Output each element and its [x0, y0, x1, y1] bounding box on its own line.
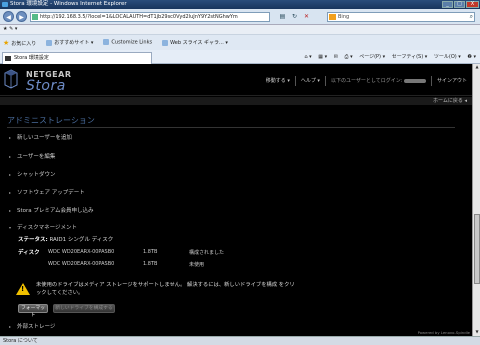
compat-view-icon[interactable]: ▤ — [278, 12, 287, 22]
search-icon[interactable]: ⌕ — [470, 13, 473, 21]
page-content: NETGEAR Stora 移動する ▾ ヘルプ ▾ 以下のユーザーとしてログイ… — [0, 64, 472, 336]
refresh-icon[interactable]: ↻ — [290, 12, 299, 22]
search-placeholder: Bing — [338, 14, 350, 20]
site-favicon-icon — [32, 14, 38, 20]
scroll-up-icon[interactable]: ▲ — [474, 64, 480, 71]
web-slices-link[interactable]: Web スライス ギャラ... ▾ — [162, 39, 228, 46]
chevron-right-icon: ▸ — [9, 208, 12, 213]
search-input[interactable]: Bing ⌕ — [327, 12, 475, 22]
chevron-right-icon: ▸ — [9, 154, 12, 159]
admin-item-disk-management[interactable]: ▾ ディスクマネージメント — [9, 223, 77, 231]
favorites-bar: ★ お気に入り おすすめサイト ▾ Customize Links Web スライ… — [0, 34, 480, 50]
sub-bar: ホームに戻る ◂ — [0, 97, 472, 105]
help-nav-menu[interactable]: ヘルプ ▾ — [296, 76, 326, 86]
powered-by: Powered by Lenovo-Spindle — [417, 330, 470, 335]
back-button[interactable]: ◀ — [3, 11, 14, 22]
safety-menu[interactable]: セーフティ(S) ▾ — [392, 54, 428, 60]
command-bar: ⌂ ▾ ▦ ▾ ✉ ⎙ ▾ ページ(P) ▾ セーフティ(S) ▾ ツール(O)… — [299, 52, 476, 63]
ie-link-icon — [46, 39, 53, 46]
goto-menu[interactable]: 移動する ▾ — [261, 76, 296, 86]
disk-model: WDC WD20EARX-00PASB0 — [48, 261, 115, 267]
chevron-right-icon: ▸ — [9, 190, 12, 195]
status-value: RAID1 シングル ディスク — [49, 237, 114, 243]
address-toolbar: ◀ ▶ http://192.168.3.5/?locel=1&LOCALAUT… — [0, 9, 480, 25]
top-navigation: 移動する ▾ ヘルプ ▾ 以下のユーザーとしてログイン: サインアウト — [261, 76, 472, 86]
menu-tools-row[interactable]: ★ ✎ ▾ — [3, 26, 17, 32]
admin-item-shutdown[interactable]: ▸ シャットダウン — [9, 170, 56, 178]
configure-new-drive-button[interactable]: 新しいドライブを構成する — [53, 304, 115, 313]
page-menu[interactable]: ページ(P) ▾ — [359, 54, 385, 60]
tab-favicon-icon — [5, 56, 11, 61]
disk-state: 未使用 — [189, 262, 205, 268]
minimize-button[interactable]: _ — [442, 1, 453, 8]
stora-logo-text: Stora — [26, 78, 66, 94]
print-icon[interactable]: ⎙ ▾ — [344, 54, 352, 60]
home-icon[interactable]: ⌂ ▾ — [304, 54, 311, 60]
tab-stora-settings[interactable]: Stora 環境設定 — [2, 52, 152, 64]
ie-icon — [2, 2, 8, 7]
admin-item-add-user[interactable]: ▸ 新しいユーザーを追加 — [9, 133, 72, 141]
scroll-thumb[interactable] — [474, 214, 480, 284]
customize-links-link[interactable]: Customize Links — [103, 39, 152, 46]
chevron-down-icon: ▾ — [9, 225, 12, 230]
admin-item-external-storage[interactable]: ▸ 外部ストレージ — [9, 322, 55, 330]
chevron-right-icon: ▸ — [9, 172, 12, 177]
stop-icon[interactable]: ✕ — [302, 12, 311, 22]
address-input[interactable]: http://192.168.3.5/?locel=1&LOCALAUTH=dT… — [30, 12, 270, 22]
favorites-button[interactable]: ★ お気に入り — [3, 39, 36, 47]
close-button[interactable]: X — [466, 1, 479, 8]
star-icon: ★ — [3, 38, 10, 47]
tools-menu[interactable]: ツール(O) ▾ — [434, 54, 461, 60]
address-url: http://192.168.3.5/?locel=1&LOCALAUTH=dT… — [40, 14, 238, 20]
login-status: 以下のユーザーとしてログイン: — [326, 76, 432, 86]
disk-status-row: ステータス: RAID1 シングル ディスク — [18, 235, 113, 243]
status-text: Stora について — [3, 338, 38, 344]
forward-button[interactable]: ▶ — [16, 11, 27, 22]
warning-text: 未使用のドライブはメディア ストレージをサポートしません。 解決するには、新しい… — [36, 282, 295, 296]
tab-row: Stora 環境設定 ⌂ ▾ ▦ ▾ ✉ ⎙ ▾ ページ(P) ▾ セーフティ(… — [0, 50, 480, 64]
suggested-sites-link[interactable]: おすすめサイト ▾ — [46, 39, 93, 46]
stora-logo-icon — [4, 69, 18, 89]
admin-item-edit-user[interactable]: ▸ ユーザーを編集 — [9, 152, 55, 160]
chevron-right-icon: ▸ — [9, 324, 12, 329]
format-button[interactable]: フォーマット — [18, 304, 48, 318]
vertical-scrollbar[interactable]: ▲ ▼ — [472, 64, 480, 336]
disk-model: WDC WD20EARX-00PASB0 — [48, 249, 115, 255]
scroll-down-icon[interactable]: ▼ — [474, 329, 480, 336]
divider — [7, 127, 455, 128]
chevron-right-icon: ▸ — [9, 135, 12, 140]
disk-label: ディスク — [18, 250, 40, 256]
stora-header: NETGEAR Stora 移動する ▾ ヘルプ ▾ 以下のユーザーとしてログイ… — [0, 64, 472, 96]
admin-item-software-update[interactable]: ▸ ソフトウェア アップデート — [9, 188, 85, 196]
mail-icon[interactable]: ✉ — [334, 54, 338, 60]
window-controls: _ □ X — [442, 1, 479, 8]
menu-bar: ★ ✎ ▾ — [0, 25, 480, 34]
disk-size: 1.8TB — [143, 249, 158, 255]
status-label: ステータス: — [18, 237, 48, 243]
disk-size: 1.8TB — [143, 261, 158, 267]
feeds-icon[interactable]: ▦ ▾ — [318, 54, 327, 60]
home-back-link[interactable]: ホームに戻る ◂ — [433, 97, 467, 105]
page-title: アドミニストレーション — [7, 116, 95, 125]
signout-link[interactable]: サインアウト — [432, 76, 472, 86]
maximize-button[interactable]: □ — [454, 1, 465, 8]
window-titlebar: Stora 環境設定 - Windows Internet Explorer _… — [0, 0, 480, 9]
bing-icon — [329, 14, 336, 20]
web-slice-icon — [162, 39, 169, 46]
admin-item-premium[interactable]: ▸ Stora プレミアム会員申し込み — [9, 206, 94, 214]
window-title: Stora 環境設定 - Windows Internet Explorer — [10, 1, 127, 7]
warning-icon: ! — [16, 283, 30, 295]
ie-link-icon — [103, 39, 110, 46]
status-bar: Stora について — [0, 336, 480, 345]
help-menu[interactable]: ❷ ▾ — [467, 54, 476, 60]
disk-state: 構成されました — [189, 250, 225, 256]
username-redacted — [403, 78, 426, 83]
